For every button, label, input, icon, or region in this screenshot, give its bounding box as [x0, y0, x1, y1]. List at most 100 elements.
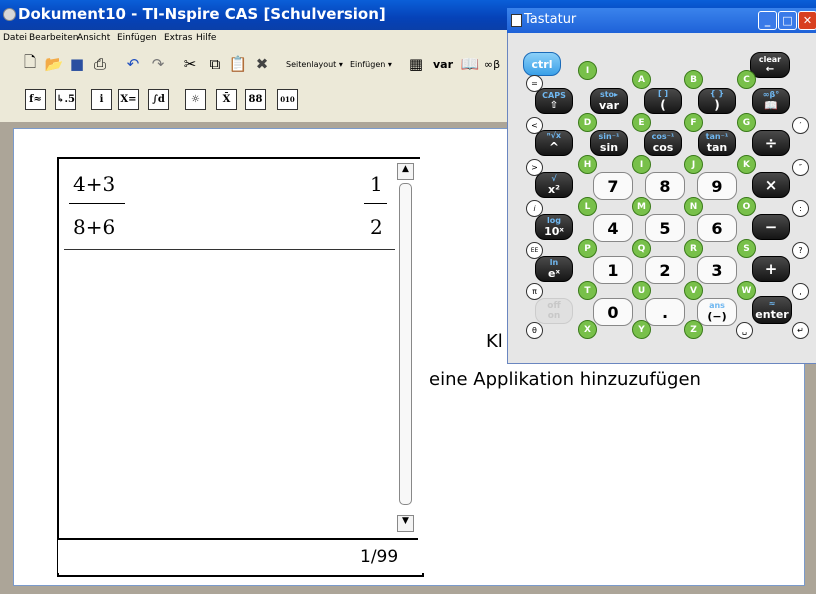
letter-key-i2[interactable]: I	[632, 155, 651, 174]
divide-key[interactable]: ÷	[752, 130, 790, 156]
enter-key[interactable]: ≈ enter	[752, 296, 792, 324]
letter-key-q[interactable]: Q	[632, 239, 651, 258]
key-1[interactable]: 1	[593, 256, 633, 284]
apostrophe-key[interactable]: ′	[792, 117, 809, 134]
letter-key-g[interactable]: G	[737, 113, 756, 132]
redo-icon[interactable]: ↷	[148, 54, 168, 74]
space-key[interactable]: ␣	[736, 322, 753, 339]
key-0[interactable]: 0	[593, 298, 633, 326]
letter-key-j[interactable]: J	[684, 155, 703, 174]
colon-key[interactable]: :	[792, 200, 809, 217]
key-7[interactable]: 7	[593, 172, 633, 200]
calculator-icon[interactable]: ▦	[406, 54, 426, 74]
power-key[interactable]: ⁿ√x ^	[535, 130, 573, 156]
cos-key[interactable]: cos⁻¹ cos	[644, 130, 682, 156]
math-tool-4[interactable]: X=	[118, 89, 139, 110]
ten-power-key[interactable]: log 10ˣ	[535, 214, 573, 240]
minus-key[interactable]: −	[752, 214, 790, 240]
print-icon[interactable]: ⎙	[90, 54, 110, 74]
delete-icon[interactable]: ✖	[252, 54, 272, 74]
key-decimal[interactable]: .	[645, 298, 685, 326]
negate-key[interactable]: ans (−)	[697, 298, 737, 326]
paren-open-key[interactable]: [ ](	[644, 88, 682, 114]
catalog-key[interactable]: ∞β° 📖	[752, 88, 790, 114]
key-6[interactable]: 6	[697, 214, 737, 242]
math-tool-info[interactable]: i	[91, 89, 112, 110]
letter-key-b[interactable]: B	[684, 70, 703, 89]
scroll-down-icon[interactable]: ▼	[397, 515, 414, 532]
key-4[interactable]: 4	[593, 214, 633, 242]
key-2[interactable]: 2	[645, 256, 685, 284]
close-icon[interactable]: ✕	[798, 11, 816, 30]
letter-key-r[interactable]: R	[684, 239, 703, 258]
math-tool-8[interactable]: 88	[245, 89, 266, 110]
letter-key-k[interactable]: K	[737, 155, 756, 174]
letter-key-i[interactable]: I	[578, 61, 597, 80]
var-key[interactable]: sto▸ var	[590, 88, 628, 114]
key-3[interactable]: 3	[697, 256, 737, 284]
menu-hilfe[interactable]: Hilfe	[196, 33, 216, 43]
letter-key-s[interactable]: S	[737, 239, 756, 258]
math-tool-6[interactable]: ☼	[185, 89, 206, 110]
greater-than-key[interactable]: >	[526, 159, 543, 176]
save-icon[interactable]: ■	[67, 54, 87, 74]
on-off-key[interactable]: off on	[535, 298, 573, 324]
open-folder-icon[interactable]: 📂	[44, 54, 64, 74]
return-key[interactable]: ↵	[792, 322, 809, 339]
key-9[interactable]: 9	[697, 172, 737, 200]
tan-key[interactable]: tan⁻¹ tan	[698, 130, 736, 156]
square-key[interactable]: √ x²	[535, 172, 573, 198]
question-key[interactable]: ?	[792, 242, 809, 259]
letter-key-c[interactable]: C	[737, 70, 756, 89]
letter-key-z[interactable]: Z	[684, 320, 703, 339]
paste-icon[interactable]: 📋	[228, 54, 248, 74]
math-tool-1[interactable]: f≈	[25, 89, 46, 110]
letter-key-d[interactable]: D	[578, 113, 597, 132]
calculator-pane[interactable]: 4+3 8+6 1 2	[57, 157, 424, 577]
symbols-icon[interactable]: ∞β	[482, 54, 502, 74]
letter-key-h[interactable]: H	[578, 155, 597, 174]
paren-close-key[interactable]: { })	[698, 88, 736, 114]
letter-key-w[interactable]: W	[737, 281, 756, 300]
letter-key-v[interactable]: V	[684, 281, 703, 300]
letter-key-m[interactable]: M	[632, 197, 651, 216]
ctrl-key[interactable]: ctrl	[523, 52, 561, 76]
scroll-up-icon[interactable]: ▲	[397, 163, 414, 180]
plus-key[interactable]: +	[752, 256, 790, 282]
insert-dropdown[interactable]: Einfügen ▾	[350, 60, 392, 74]
caps-key[interactable]: CAPS ⇧	[535, 88, 573, 114]
letter-key-y[interactable]: Y	[632, 320, 651, 339]
menu-ansicht[interactable]: Ansicht	[77, 33, 110, 43]
menu-bearbeiten[interactable]: Bearbeiten	[29, 33, 78, 43]
page-layout-dropdown[interactable]: Seitenlayout ▾	[286, 60, 343, 74]
minimize-icon[interactable]: _	[758, 11, 777, 30]
quote-key[interactable]: ″	[792, 159, 809, 176]
menu-einfuegen[interactable]: Einfügen	[117, 33, 157, 43]
letter-key-e[interactable]: E	[632, 113, 651, 132]
less-than-key[interactable]: <	[526, 117, 543, 134]
menu-datei[interactable]: Datei	[3, 33, 27, 43]
pi-key[interactable]: π	[526, 283, 543, 300]
letter-key-t[interactable]: T	[578, 281, 597, 300]
new-document-icon[interactable]: 🗋	[20, 53, 40, 74]
sin-key[interactable]: sin⁻¹ sin	[590, 130, 628, 156]
exp-key[interactable]: ln eˣ	[535, 256, 573, 282]
comma-key[interactable]: ,	[792, 283, 809, 300]
letter-key-f[interactable]: F	[684, 113, 703, 132]
cut-icon[interactable]: ✂	[180, 54, 200, 74]
ee-key[interactable]: EE	[526, 242, 543, 259]
letter-key-n[interactable]: N	[684, 197, 703, 216]
math-tool-integral[interactable]: ∫d	[148, 89, 169, 110]
letter-key-u[interactable]: U	[632, 281, 651, 300]
key-8[interactable]: 8	[645, 172, 685, 200]
letter-key-o[interactable]: O	[737, 197, 756, 216]
math-tool-mean[interactable]: X̄	[216, 89, 237, 110]
math-tool-2[interactable]: ↳.5	[55, 89, 76, 110]
letter-key-x[interactable]: X	[578, 320, 597, 339]
math-tool-binary[interactable]: 010	[277, 89, 298, 110]
menu-extras[interactable]: Extras	[164, 33, 192, 43]
book-icon[interactable]: 📖	[460, 54, 480, 74]
letter-key-p[interactable]: P	[578, 239, 597, 258]
undo-icon[interactable]: ↶	[123, 54, 143, 74]
letter-key-a[interactable]: A	[632, 70, 651, 89]
